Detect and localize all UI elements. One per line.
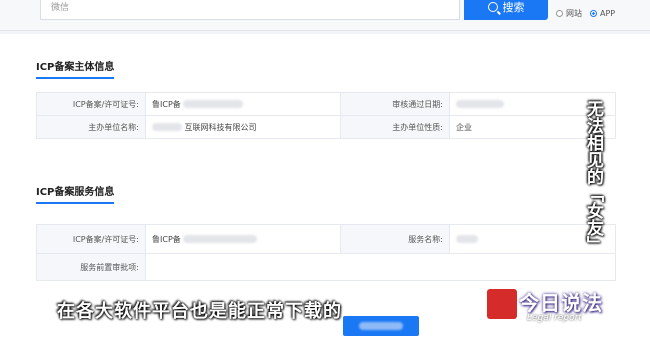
- label-pre-approval: 服务前置审批项:: [36, 253, 146, 281]
- blurred-text: [456, 100, 504, 108]
- table-row: 服务前置审批项:: [36, 253, 616, 281]
- radio-dot-selected-icon: [590, 10, 597, 17]
- label-icp-number: ICP备案/许可证号:: [36, 92, 146, 116]
- search-icon: [487, 2, 498, 12]
- value-organizer-name: 互联网科技有限公司: [145, 115, 341, 139]
- radio-label: APP: [600, 9, 616, 18]
- video-subtitle: 在各大软件平台也是能正常下载的: [57, 301, 342, 322]
- search-button-label: 搜索: [502, 1, 525, 14]
- blurred-text: [359, 322, 403, 330]
- radio-website[interactable]: 网站: [556, 8, 582, 19]
- blurred-text: [183, 100, 244, 108]
- vertical-caption: 无法相见的「女友」: [583, 100, 603, 253]
- table-row: ICP备案/许可证号: 鲁ICP备 审核通过日期:: [36, 92, 616, 116]
- blurred-text: [152, 123, 182, 131]
- blurred-text: [456, 235, 478, 243]
- service-info-table: ICP备案/许可证号: 鲁ICP备 服务名称: 服务前置审批项:: [36, 224, 616, 281]
- logo-subtitle: Legal report: [527, 313, 582, 323]
- organizer-name-text: 互联网科技有限公司: [184, 122, 257, 132]
- subject-info-table: ICP备案/许可证号: 鲁ICP备 审核通过日期: 主办单位名称: 互联网科技有…: [36, 92, 616, 139]
- radio-dot-icon: [556, 10, 563, 17]
- blurred-text: [183, 235, 258, 243]
- search-type-radio-group: 网站 APP: [556, 8, 615, 19]
- blurred-query-button[interactable]: [343, 316, 419, 336]
- service-icp-number-text: 鲁ICP备: [152, 234, 181, 244]
- channel-logo: 今日说法 Legal report: [487, 287, 647, 343]
- section-title-subject: ICP备案主体信息: [36, 58, 115, 79]
- search-input[interactable]: 微信: [40, 0, 460, 20]
- value-pre-approval: [145, 253, 616, 281]
- value-icp-number: 鲁ICP备: [145, 92, 341, 116]
- label-service-icp-number: ICP备案/许可证号:: [36, 224, 146, 254]
- logo-title: 今日说法: [519, 291, 603, 315]
- label-organizer-type: 主办单位性质:: [340, 115, 450, 139]
- table-row: ICP备案/许可证号: 鲁ICP备 服务名称:: [36, 224, 616, 254]
- search-button[interactable]: 搜索: [464, 0, 548, 20]
- icp-number-text: 鲁ICP备: [152, 99, 181, 109]
- radio-label: 网站: [566, 9, 582, 18]
- radio-app[interactable]: APP: [590, 9, 615, 18]
- label-approval-date: 审核通过日期:: [340, 92, 450, 116]
- search-bar: 微信 搜索 网站 APP: [0, 0, 650, 31]
- label-service-name: 服务名称:: [340, 224, 450, 254]
- table-row: 主办单位名称: 互联网科技有限公司 主办单位性质: 企业: [36, 115, 616, 139]
- value-service-icp-number: 鲁ICP备: [145, 224, 341, 254]
- label-organizer-name: 主办单位名称:: [36, 115, 146, 139]
- section-title-service: ICP备案服务信息: [36, 183, 115, 204]
- logo-emblem-icon: [487, 289, 517, 319]
